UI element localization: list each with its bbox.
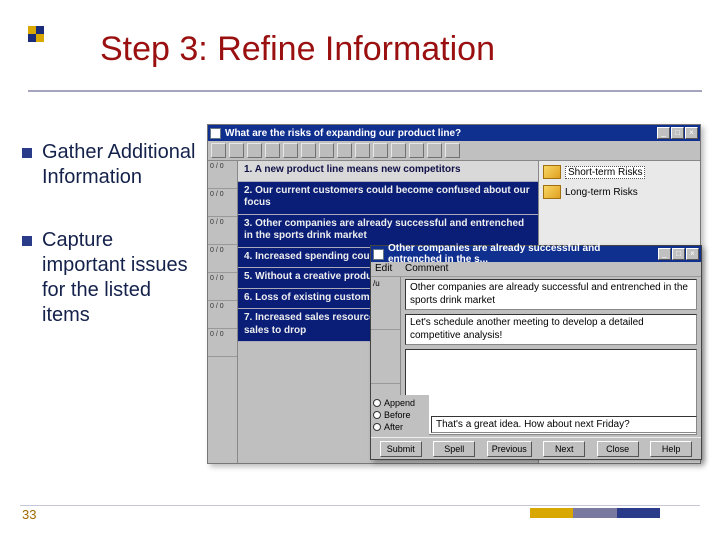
menu-edit[interactable]: Edit — [375, 263, 392, 274]
app-titlebar[interactable]: What are the risks of expanding our prod… — [208, 125, 700, 141]
help-button[interactable]: Help — [650, 441, 692, 457]
gutter-cell: 0 / 0 — [208, 273, 237, 301]
close-button[interactable]: × — [685, 127, 698, 139]
previous-button[interactable]: Previous — [487, 441, 532, 457]
close-button[interactable]: Close — [597, 441, 639, 457]
toolbar-button[interactable] — [247, 143, 262, 158]
footer-accent — [530, 508, 660, 518]
folder-icon — [543, 185, 561, 199]
insert-mode-group: Append Before After — [371, 395, 429, 437]
toolbar-button[interactable] — [229, 143, 244, 158]
dialog-button-row: Submit Spell Previous Next Close Help — [371, 437, 701, 459]
dialog-icon — [373, 249, 384, 260]
app-icon — [210, 128, 221, 139]
toolbar-button[interactable] — [283, 143, 298, 158]
toolbar-button[interactable] — [337, 143, 352, 158]
page-number: 33 — [22, 507, 36, 522]
toolbar — [208, 141, 700, 161]
next-button[interactable]: Next — [543, 441, 585, 457]
toolbar-button[interactable] — [355, 143, 370, 158]
comment-input[interactable]: That's a great idea. How about next Frid… — [431, 416, 697, 433]
menu-comment[interactable]: Comment — [405, 263, 448, 274]
toolbar-button[interactable] — [427, 143, 442, 158]
title-underline — [28, 90, 702, 92]
category-label: Short-term Risks — [565, 166, 645, 179]
gutter-cell: 0 / 0 — [208, 245, 237, 273]
maximize-button[interactable]: □ — [671, 127, 684, 139]
footer-rule — [20, 505, 700, 506]
toolbar-button[interactable] — [391, 143, 406, 158]
gutter-cell: 0 / 0 — [208, 301, 237, 329]
close-button[interactable]: × — [686, 248, 699, 260]
radio-append[interactable]: Append — [373, 398, 427, 408]
title-accent — [28, 26, 44, 42]
radio-after[interactable]: After — [373, 422, 427, 432]
toolbar-button[interactable] — [445, 143, 460, 158]
list-item[interactable]: 1. A new product line means new competit… — [238, 161, 538, 182]
toolbar-button[interactable] — [211, 143, 226, 158]
bullet-text: Gather Additional Information — [42, 140, 202, 190]
toolbar-button[interactable] — [409, 143, 424, 158]
dialog-title: Other companies are already successful a… — [388, 243, 654, 265]
gutter-cell: 0 / 0 — [208, 161, 237, 189]
dialog-titlebar[interactable]: Other companies are already successful a… — [371, 246, 701, 262]
gutter-cell: /u — [371, 277, 400, 330]
category-item[interactable]: Long-term Risks — [543, 185, 696, 199]
category-item[interactable]: Short-term Risks — [543, 165, 696, 179]
folder-icon — [543, 165, 561, 179]
radio-before[interactable]: Before — [373, 410, 427, 420]
vote-gutter: 0 / 0 0 / 0 0 / 0 0 / 0 0 / 0 0 / 0 0 / … — [208, 161, 238, 463]
gutter-cell: 0 / 0 — [208, 217, 237, 245]
comment-dialog: Other companies are already successful a… — [370, 245, 702, 460]
bullet-item: Gather Additional Information — [22, 140, 202, 190]
list-item[interactable]: 2. Our current customers could become co… — [238, 182, 538, 215]
gutter-cell: 0 / 0 — [208, 329, 237, 357]
app-title: What are the risks of expanding our prod… — [225, 128, 653, 139]
submit-button[interactable]: Submit — [380, 441, 422, 457]
comment-text: Other companies are already successful a… — [405, 279, 697, 310]
bullet-list: Gather Additional Information Capture im… — [22, 140, 202, 366]
toolbar-button[interactable] — [265, 143, 280, 158]
bullet-marker-icon — [22, 236, 32, 246]
bullet-marker-icon — [22, 148, 32, 158]
page-title: Step 3: Refine Information — [100, 30, 495, 69]
spell-button[interactable]: Spell — [433, 441, 475, 457]
minimize-button[interactable]: _ — [657, 127, 670, 139]
toolbar-button[interactable] — [301, 143, 316, 158]
maximize-button[interactable]: □ — [672, 248, 685, 260]
gutter-cell: 0 / 0 — [208, 189, 237, 217]
toolbar-button[interactable] — [373, 143, 388, 158]
comment-text: Let's schedule another meeting to develo… — [405, 314, 697, 345]
gutter-cell — [371, 330, 400, 383]
bullet-item: Capture important issues for the listed … — [22, 228, 202, 328]
category-label: Long-term Risks — [565, 187, 638, 198]
minimize-button[interactable]: _ — [658, 248, 671, 260]
toolbar-button[interactable] — [319, 143, 334, 158]
bullet-text: Capture important issues for the listed … — [42, 228, 202, 328]
